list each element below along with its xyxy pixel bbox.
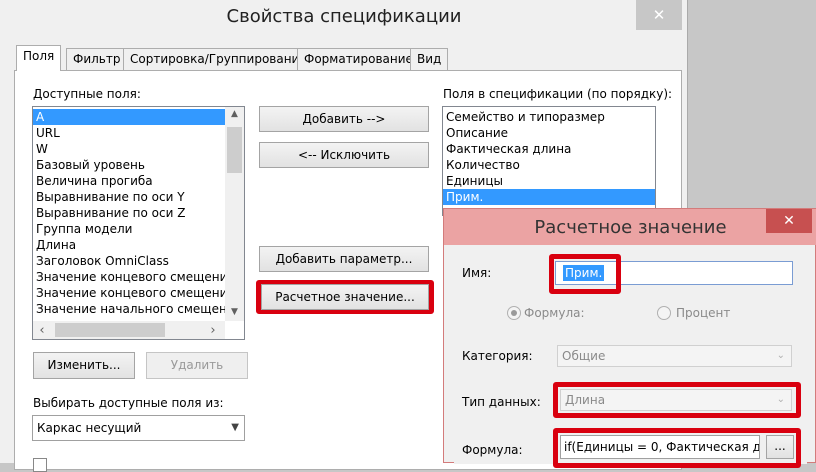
name-label: Имя: (462, 266, 492, 280)
scheduled-fields-list[interactable]: Семейство и типоразмер Описание Фактическа… (442, 106, 656, 216)
list-item[interactable]: Величина прогиба (33, 173, 225, 189)
formula-radio-label: Формула: (524, 306, 585, 320)
list-item[interactable]: URL (33, 125, 225, 141)
annotation-highlight (549, 254, 621, 294)
list-item[interactable]: Выравнивание по оси Z (33, 205, 225, 221)
scroll-right-icon[interactable]: › (207, 323, 219, 338)
vertical-scrollbar[interactable]: ▲ ▼ (225, 107, 244, 321)
source-category-value: Каркас несущий (37, 421, 142, 435)
category-label: Категория: (462, 349, 533, 363)
scroll-down-icon[interactable]: ▼ (225, 307, 244, 317)
category-value: Общие (562, 349, 606, 363)
source-label: Выбирать доступные поля из: (33, 396, 224, 410)
calculated-value-button[interactable]: Расчетное значение... (261, 284, 429, 310)
formula-radio (507, 306, 521, 320)
tab-filter[interactable]: Фильтр (66, 48, 128, 70)
list-item[interactable]: Описание (443, 125, 655, 141)
annotation-highlight (553, 382, 801, 418)
category-select: Общие ⌄ (557, 345, 792, 367)
calculated-value-dialog: Расчетное значение ✕ Имя: Прим. Формула:… (443, 208, 816, 468)
list-item[interactable]: Значение концевого смещения (33, 285, 235, 301)
list-item[interactable]: Длина (33, 237, 225, 253)
list-item[interactable]: Выравнивание по оси Y (33, 189, 225, 205)
edit-button[interactable]: Изменить... (33, 352, 135, 379)
percent-radio (657, 306, 671, 320)
scheduled-fields-label: Поля в спецификации (по порядку): (443, 87, 673, 101)
list-item[interactable]: W (33, 141, 225, 157)
delete-button: Удалить (146, 352, 248, 379)
tab-appearance[interactable]: Вид (410, 48, 449, 70)
scroll-thumb[interactable] (227, 127, 242, 173)
add-parameter-button[interactable]: Добавить параметр... (259, 246, 429, 272)
data-type-label: Тип данных: (462, 395, 541, 409)
list-item[interactable]: A (33, 109, 225, 125)
list-item[interactable]: Фактическая длина (443, 141, 655, 157)
tab-sorting-grouping[interactable]: Сортировка/Группирование (123, 48, 314, 70)
tab-formatting[interactable]: Форматирование (297, 48, 420, 70)
source-category-select[interactable]: Каркас несущий ▼ (32, 415, 245, 441)
available-fields-label: Доступные поля: (33, 87, 141, 101)
horizontal-scrollbar[interactable]: ‹ › (33, 321, 225, 339)
available-fields-list[interactable]: A URL W Базовый уровень Величина прогиба Выра… (32, 106, 245, 340)
list-item[interactable]: Единицы (443, 173, 655, 189)
calc-dialog-title: Расчетное значение (534, 217, 727, 238)
tab-fields[interactable]: Поля (16, 45, 62, 71)
calc-body: Имя: Прим. Формула: Процент Категория: О… (454, 245, 807, 468)
close-icon[interactable]: ✕ (766, 209, 812, 233)
hscroll-thumb[interactable] (55, 323, 165, 337)
list-item[interactable]: Группа модели (33, 221, 225, 237)
checkbox[interactable] (33, 458, 47, 472)
remove-field-button[interactable]: <-- Исключить (259, 142, 429, 168)
chevron-down-icon: ⌄ (776, 350, 785, 361)
scroll-up-icon[interactable]: ▲ (225, 109, 244, 119)
chevron-down-icon: ▼ (231, 422, 239, 433)
list-item[interactable]: Заголовок OmniClass (33, 253, 225, 269)
list-item[interactable]: Прим. (443, 189, 655, 205)
scroll-left-icon[interactable]: ‹ (36, 323, 48, 338)
formula-label: Формула: (462, 443, 523, 457)
add-field-button[interactable]: Добавить --> (259, 106, 429, 132)
dialog-title: Свойства спецификации (226, 6, 462, 27)
list-item[interactable]: Значение начального смещения (33, 301, 242, 317)
percent-radio-label: Процент (676, 306, 731, 320)
annotation-highlight (553, 428, 801, 468)
close-icon[interactable]: ✕ (636, 0, 682, 30)
list-item[interactable]: Семейство и типоразмер (443, 109, 655, 125)
list-item[interactable]: Базовый уровень (33, 157, 225, 173)
list-item[interactable]: Количество (443, 157, 655, 173)
list-item[interactable]: Значение концевого смещения (33, 269, 235, 285)
